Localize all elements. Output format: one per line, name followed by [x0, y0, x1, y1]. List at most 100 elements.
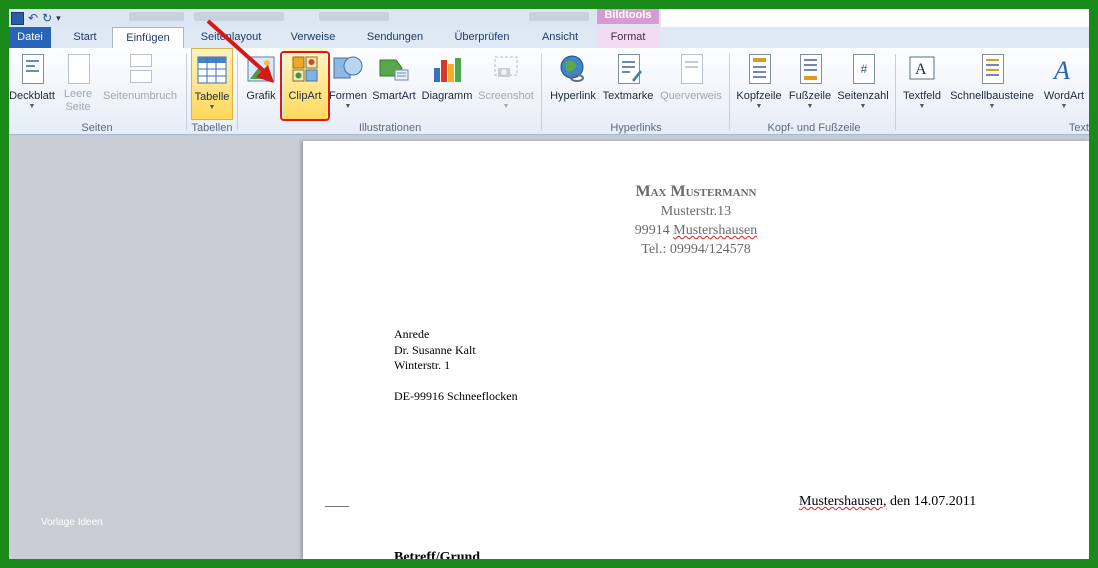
red-arrow-icon — [206, 19, 274, 83]
formen-label: Formen — [329, 90, 367, 102]
seitenumbruch-label: Seitenumbruch — [103, 90, 177, 102]
wordart-label: WordArt — [1043, 90, 1085, 102]
blurred-title-segment — [129, 12, 184, 21]
word-window: ↶ ↻ ▾ Bildtools Datei Start Einfügen Sei… — [9, 9, 1089, 559]
recipient-city: DE-99916 Schneeflocken — [394, 389, 518, 403]
dropdown-arrow-icon: ▼ — [988, 103, 996, 110]
ribbon-tabs: Datei Start Einfügen Seitenlayout Verwei… — [9, 27, 1089, 49]
tab-einfuegen[interactable]: Einfügen — [112, 27, 184, 49]
date-place: Mustershausen, — [799, 494, 887, 509]
hyperlink-label: Hyperlink — [550, 90, 596, 102]
group-separator — [895, 54, 896, 130]
screenshot-icon — [490, 54, 522, 86]
chart-icon — [431, 54, 463, 86]
deckblatt-button[interactable]: Deckblatt ▼ — [9, 48, 57, 120]
date-value: den 14.07.2011 — [886, 494, 977, 509]
wordart-icon: A — [1048, 54, 1080, 86]
redo-icon[interactable]: ↻ — [42, 11, 52, 25]
tab-sendungen[interactable]: Sendungen — [359, 27, 431, 48]
group-label-seiten: Seiten — [81, 122, 113, 134]
footer-icon — [794, 54, 826, 86]
group-label-hyperlinks: Hyperlinks — [610, 122, 662, 134]
group-label-text: Text — [1068, 122, 1089, 134]
textfeld-button[interactable]: A Textfeld ▼ — [899, 48, 945, 120]
recipient-salutation: Anrede — [394, 327, 430, 341]
globe-link-icon — [557, 54, 589, 86]
page-break-icon — [124, 54, 156, 86]
bildtools-context-header: Bildtools — [597, 9, 659, 24]
smartart-label: SmartArt — [372, 90, 416, 102]
tab-start[interactable]: Start — [64, 27, 106, 48]
date-line: Mustershausen, den 14.07.2011 — [799, 494, 976, 510]
vorlage-ideen-label: Vorlage Ideen — [41, 517, 103, 528]
sender-name: Max Mustermann — [635, 183, 757, 200]
cover-page-icon — [16, 54, 48, 86]
tab-verweise[interactable]: Verweise — [282, 27, 344, 48]
header-icon — [743, 54, 775, 86]
sender-city: Mustershausen — [673, 223, 758, 238]
dropdown-arrow-icon: ▼ — [1060, 103, 1068, 110]
seitenzahl-button[interactable]: # Seitenzahl ▼ — [835, 48, 891, 120]
cross-reference-icon — [675, 54, 707, 86]
grafik-label: Grafik — [246, 90, 276, 102]
fold-mark — [325, 506, 349, 507]
smartart-button[interactable]: SmartArt — [369, 48, 419, 120]
bookmark-icon — [612, 54, 644, 86]
document-page[interactable]: Max Mustermann Musterstr.13 99914 Muster… — [303, 141, 1089, 559]
kopfzeile-label: Kopfzeile — [736, 90, 782, 102]
dropdown-arrow-icon: ▼ — [208, 104, 216, 111]
dropdown-arrow-icon: ▼ — [344, 103, 352, 110]
undo-icon[interactable]: ↶ — [28, 11, 38, 25]
dropdown-arrow-icon: ▼ — [859, 103, 867, 110]
save-icon[interactable] — [11, 11, 24, 25]
group-label-tabellen: Tabellen — [191, 122, 233, 134]
quick-parts-icon — [976, 54, 1008, 86]
text-box-icon: A — [906, 54, 938, 86]
hyperlink-button[interactable]: Hyperlink — [547, 48, 599, 120]
sender-street: Musterstr.13 — [660, 204, 732, 219]
tab-ansicht[interactable]: Ansicht — [531, 27, 589, 48]
seitenzahl-label: Seitenzahl — [837, 90, 889, 102]
diagramm-label: Diagramm — [421, 90, 473, 102]
sender-city-line: 99914 Mustershausen — [303, 223, 1089, 239]
textmarke-button[interactable]: Textmarke — [601, 48, 655, 120]
blurred-title-segment — [529, 12, 589, 21]
schnellbausteine-label: Schnellbausteine — [950, 90, 1034, 102]
schnellbausteine-button[interactable]: Schnellbausteine ▼ — [947, 48, 1037, 120]
dropdown-arrow-icon: ▼ — [28, 103, 36, 110]
leere-seite-button[interactable]: Leere Seite — [59, 48, 97, 120]
customize-toolbar-icon[interactable]: ▾ — [56, 13, 61, 24]
textmarke-label: Textmarke — [602, 90, 654, 102]
fusszeile-label: Fußzeile — [788, 90, 832, 102]
wordart-button[interactable]: A WordArt ▼ — [1039, 48, 1089, 120]
svg-text:A: A — [1052, 56, 1070, 84]
formen-button[interactable]: Formen ▼ — [329, 48, 367, 120]
page-number-icon: # — [847, 54, 879, 86]
group-separator — [729, 54, 730, 130]
clipart-highlight-box — [280, 51, 330, 121]
tab-format[interactable]: Format — [597, 27, 659, 48]
recipient-name: Dr. Susanne Kalt — [394, 343, 476, 357]
quick-access-toolbar: ↶ ↻ ▾ — [9, 10, 61, 26]
diagramm-button[interactable]: Diagramm — [421, 48, 473, 120]
fusszeile-button[interactable]: Fußzeile ▼ — [787, 48, 833, 120]
querverweis-button[interactable]: Querverweis — [657, 48, 725, 120]
subject-line: Betreff/Grund — [394, 550, 481, 559]
dropdown-arrow-icon: ▼ — [806, 103, 814, 110]
left-panel — [9, 136, 303, 559]
smartart-icon — [378, 54, 410, 86]
kopfzeile-button[interactable]: Kopfzeile ▼ — [733, 48, 785, 120]
tab-datei[interactable]: Datei — [9, 27, 51, 48]
title-area — [661, 9, 1089, 27]
seitenumbruch-button[interactable]: Seitenumbruch — [99, 48, 181, 120]
group-label-illustrationen: Illustrationen — [358, 122, 422, 134]
shapes-icon — [332, 54, 364, 86]
blank-page-icon — [62, 54, 94, 86]
dropdown-arrow-icon: ▼ — [918, 103, 926, 110]
ribbon: Deckblatt ▼ Leere Seite Seitenumbruch Se… — [9, 48, 1089, 135]
tab-ueberpruefen[interactable]: Überprüfen — [446, 27, 518, 48]
screenshot-label: Screenshot — [478, 90, 534, 102]
screenshot-button[interactable]: Screenshot ▼ — [475, 48, 537, 120]
group-separator — [541, 54, 542, 130]
querverweis-label: Querverweis — [660, 90, 722, 102]
